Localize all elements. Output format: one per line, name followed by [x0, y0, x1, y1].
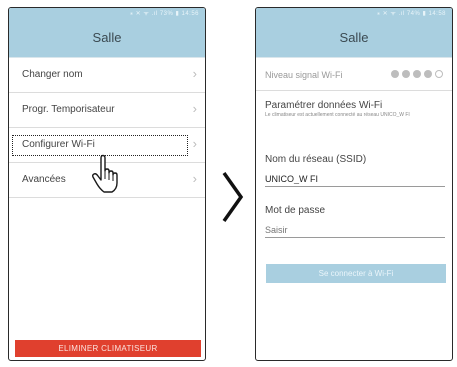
signal-dot-filled [424, 70, 432, 78]
wifi-signal-row: Niveau signal Wi-Fi [256, 59, 452, 91]
password-label: Mot de passe [265, 205, 326, 216]
chevron-right-icon: › [192, 171, 197, 186]
menu-item-timer[interactable]: Progr. Temporisateur › [9, 94, 205, 128]
delete-climatiseur-button[interactable]: ELIMINER CLIMATISEUR [15, 340, 201, 357]
chevron-right-icon: › [192, 66, 197, 81]
signal-dot-filled [402, 70, 410, 78]
chevron-right-icon [222, 171, 244, 223]
status-bar: ⁎ ✕ ᯤ .ıl 74% ▮ 14:58 [256, 8, 452, 20]
chevron-right-icon: › [192, 136, 197, 151]
menu-item-label: Configurer Wi-Fi [22, 139, 95, 150]
page-title: Salle [9, 20, 205, 58]
hand-pointer-icon [91, 154, 118, 193]
connect-wifi-button[interactable]: Se connecter à Wi-Fi [266, 264, 446, 283]
wifi-settings-subtitle: Le climatiseur est actuellement connecté… [265, 112, 410, 118]
menu-item-label: Avancées [22, 174, 66, 185]
ssid-input[interactable] [265, 172, 445, 187]
right-phone-screen: ⁎ ✕ ᯤ .ıl 74% ▮ 14:58 Salle Niveau signa… [255, 7, 453, 361]
wifi-signal-label: Niveau signal Wi-Fi [265, 70, 343, 80]
menu-item-label: Changer nom [22, 69, 83, 80]
ssid-label: Nom du réseau (SSID) [265, 154, 367, 165]
left-phone-screen: ⁎ ✕ ᯤ .ıl 73% ▮ 14:56 Salle Changer nom … [8, 7, 206, 361]
menu-item-label: Progr. Temporisateur [22, 104, 115, 115]
signal-dot-filled [391, 70, 399, 78]
wifi-settings-title: Paramétrer données Wi-Fi [265, 100, 383, 111]
signal-dot-empty [435, 70, 443, 78]
status-bar: ⁎ ✕ ᯤ .ıl 73% ▮ 14:56 [9, 8, 205, 20]
wifi-signal-indicator [391, 70, 443, 78]
signal-dot-filled [413, 70, 421, 78]
chevron-right-icon: › [192, 101, 197, 116]
page-title: Salle [256, 20, 452, 58]
menu-item-change-name[interactable]: Changer nom › [9, 59, 205, 93]
password-input[interactable] [265, 223, 445, 238]
